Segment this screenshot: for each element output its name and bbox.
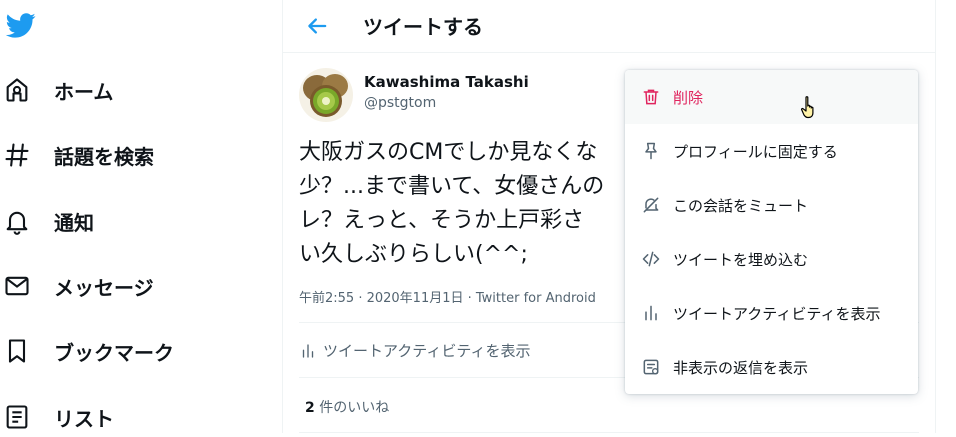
tweet-activity-label: ツイートアクティビティを表示 [323,342,531,360]
home-icon [0,73,34,107]
bar-chart-icon [641,303,661,323]
likes-count: 2 [305,400,315,416]
author-handle[interactable]: @pstgtom [364,95,436,111]
menu-item-embed[interactable]: ツイートを埋め込む [625,232,918,286]
tweet-timestamp[interactable]: 午前2:55 · 2020年11月1日 · Twitter for Androi… [299,287,629,306]
menu-item-delete[interactable]: 削除 [625,70,918,124]
arrow-left-icon[interactable] [303,12,331,40]
menu-item-label: この会話をミュート [673,196,809,215]
header: ツイートする [283,0,935,53]
pin-icon [641,141,661,161]
twitter-bird-icon[interactable] [4,10,38,40]
sidebar-item-notifications[interactable]: 通知 [0,201,94,241]
sidebar-item-bookmarks[interactable]: ブックマーク [0,331,174,371]
hand-cursor-icon [800,95,820,119]
bell-icon [0,204,34,238]
list-icon [0,400,34,434]
sidebar: ホーム 話題を検索 通知 メッセージ ブックマーク リスト [0,0,282,433]
sidebar-item-label: メッセージ [54,275,154,300]
menu-item-mute-conversation[interactable]: この会話をミュート [625,178,918,232]
code-icon [641,249,661,269]
sidebar-item-label: 通知 [54,210,94,235]
author-name[interactable]: Kawashima Takashi [364,73,529,91]
bookmark-icon [0,334,34,368]
sidebar-item-home[interactable]: ホーム [0,70,113,110]
sidebar-item-label: ホーム [54,79,114,104]
likes-label: 件のいいね [314,400,390,416]
sidebar-item-label: リスト [54,406,114,431]
menu-item-label: ツイートを埋め込む [673,250,809,269]
bar-chart-icon [302,343,314,358]
tweet-text: 大阪ガスのCMでしか見なくな 少？...まで書いて、女優さんの レ？えっと、そう… [299,140,605,267]
sidebar-item-label: ブックマーク [54,340,174,365]
tweet-options-menu: 削除 プロフィールに固定する この会話をミュート ツイートを埋め込む ツイートア… [625,70,918,394]
menu-item-pin[interactable]: プロフィールに固定する [625,124,918,178]
page-title: ツイートする [363,15,483,39]
trash-icon [641,87,661,107]
sidebar-item-explore[interactable]: 話題を検索 [0,135,154,175]
menu-item-label: 削除 [673,88,704,107]
menu-item-hidden-replies[interactable]: 非表示の返信を表示 [625,340,918,394]
menu-item-label: ツイートアクティビティを表示 [673,304,881,323]
hidden-replies-icon [641,357,661,377]
sidebar-item-lists[interactable]: リスト [0,397,114,437]
likes-count-link[interactable]: 2 件のいいね [305,397,389,417]
menu-item-label: プロフィールに固定する [673,142,838,161]
sidebar-item-label: 話題を検索 [54,144,154,169]
hashtag-icon [0,138,34,172]
menu-item-label: 非表示の返信を表示 [673,358,809,377]
sidebar-item-messages[interactable]: メッセージ [0,266,154,306]
menu-item-activity[interactable]: ツイートアクティビティを表示 [625,286,918,340]
envelope-icon [0,269,34,303]
avatar[interactable] [299,68,353,122]
tweet-activity-link[interactable]: ツイートアクティビティを表示 [299,340,530,361]
mute-icon [641,195,661,215]
